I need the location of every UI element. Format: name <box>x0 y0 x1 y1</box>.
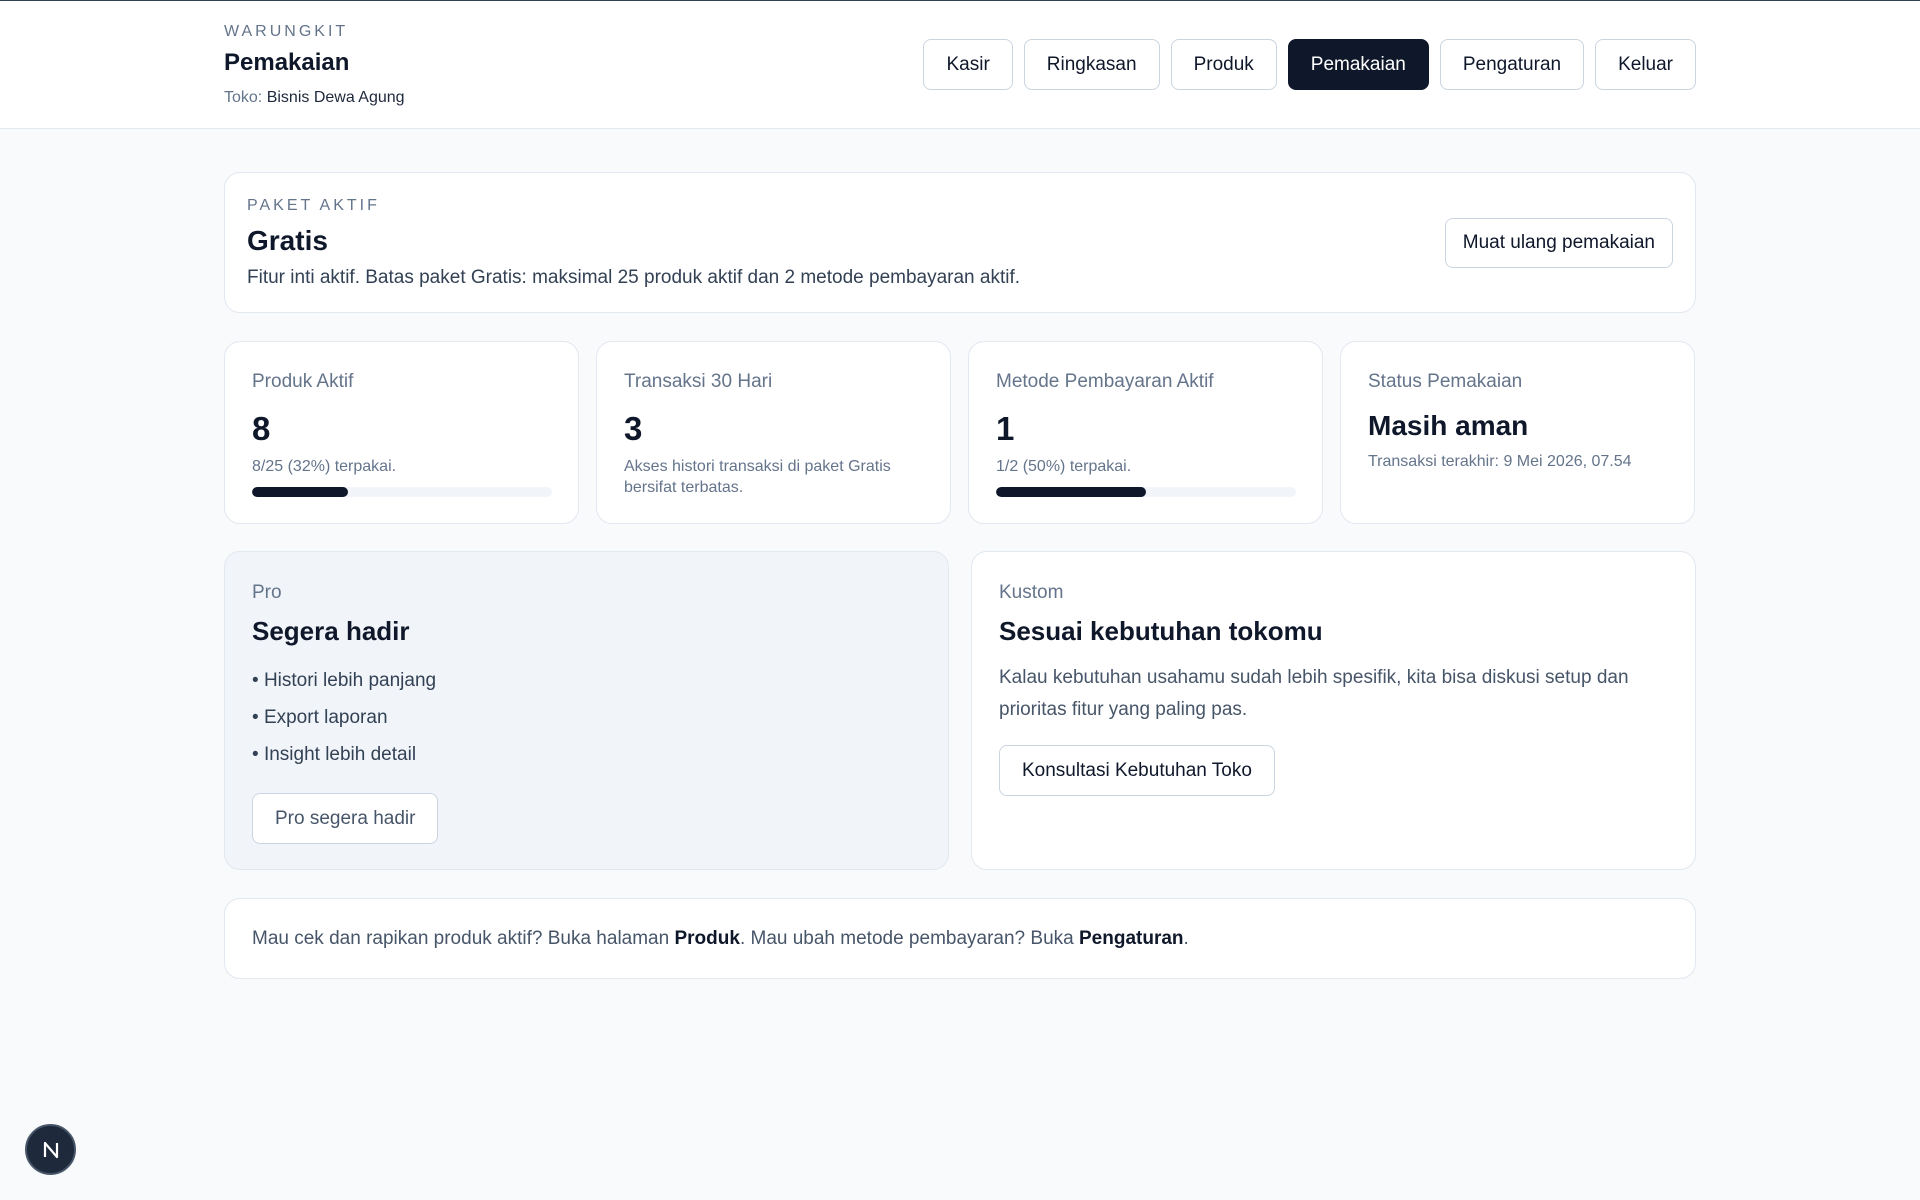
plan-kicker: PAKET AKTIF <box>247 197 380 214</box>
stat-note: Akses histori transaksi di paket Gratis … <box>624 458 891 496</box>
help-text: Mau cek dan rapikan produk aktif? Buka h… <box>252 928 1189 950</box>
main-nav: Kasir Ringkasan Produk Pemakaian Pengatu… <box>923 39 1696 90</box>
n-glyph-icon <box>43 1141 58 1158</box>
store-label: Toko: <box>224 89 263 106</box>
stat-label: Status Pemakaian <box>1368 371 1523 392</box>
stat-card-products: Produk Aktif 8 8/25 (32%) terpakai. <box>224 341 579 524</box>
store-name: Bisnis Dewa Agung <box>266 89 405 106</box>
brand-block: WARUNGKIT Pemakaian Toko: Bisnis Dewa Ag… <box>224 23 405 107</box>
nav-pengaturan-button[interactable]: Pengaturan <box>1439 39 1585 90</box>
stat-label: Metode Pembayaran Aktif <box>996 371 1214 392</box>
brand-name: WARUNGKIT <box>224 23 349 40</box>
pro-feature-list: Histori lebih panjang Export laporan Ins… <box>252 670 436 781</box>
stat-card-payment-methods: Metode Pembayaran Aktif 1 1/2 (50%) terp… <box>968 341 1323 524</box>
store-info: Toko: Bisnis Dewa Agung <box>224 89 405 107</box>
stat-value: 1 <box>996 410 1015 447</box>
app-header: WARUNGKIT Pemakaian Toko: Bisnis Dewa Ag… <box>0 0 1920 129</box>
last-transaction-note: Transaksi terakhir: 9 Mei 2026, 07.54 <box>1368 453 1632 470</box>
help-text-part: . <box>1183 928 1189 949</box>
nav-ringkasan-button[interactable]: Ringkasan <box>1023 39 1160 90</box>
plan-description: Fitur inti aktif. Batas paket Gratis: ma… <box>247 267 1021 288</box>
payment-usage-bar <box>996 487 1296 497</box>
tier-label: Kustom <box>999 582 1064 603</box>
nav-kasir-button[interactable]: Kasir <box>923 39 1013 90</box>
plan-name: Gratis <box>247 225 328 256</box>
pro-coming-soon-button[interactable]: Pro segera hadir <box>252 793 439 844</box>
stat-note: 8/25 (32%) terpakai. <box>252 458 397 475</box>
active-plan-card: PAKET AKTIF Gratis Fitur inti aktif. Bat… <box>224 172 1696 313</box>
stat-value: 8 <box>252 410 271 447</box>
consult-button[interactable]: Konsultasi Kebutuhan Toko <box>999 745 1275 796</box>
help-text-part: . Mau ubah metode pembayaran? Buka <box>739 928 1079 949</box>
list-item: Insight lebih detail <box>252 744 436 781</box>
settings-link[interactable]: Pengaturan <box>1079 928 1184 949</box>
pro-plan-card: Pro Segera hadir Histori lebih panjang E… <box>224 551 949 870</box>
stat-value: 3 <box>624 410 643 447</box>
nav-keluar-button[interactable]: Keluar <box>1595 39 1696 90</box>
custom-description: Kalau kebutuhan usahamu sudah lebih spes… <box>999 667 1629 720</box>
page-title: Pemakaian <box>224 49 350 76</box>
stat-card-transactions: Transaksi 30 Hari 3 Akses histori transa… <box>596 341 951 524</box>
help-text-part: Mau cek dan rapikan produk aktif? Buka h… <box>252 928 675 949</box>
nextjs-logo-icon[interactable] <box>25 1124 76 1175</box>
list-item: Export laporan <box>252 707 436 744</box>
products-usage-fill <box>252 487 348 497</box>
nav-pemakaian-button[interactable]: Pemakaian <box>1287 39 1429 90</box>
tier-title: Sesuai kebutuhan tokomu <box>999 616 1323 646</box>
tier-title: Segera hadir <box>252 616 410 646</box>
stat-card-status: Status Pemakaian Masih aman Transaksi te… <box>1340 341 1695 524</box>
tier-label: Pro <box>252 582 282 603</box>
products-usage-bar <box>252 487 552 497</box>
custom-plan-card: Kustom Sesuai kebutuhan tokomu Kalau keb… <box>971 551 1696 870</box>
stat-label: Transaksi 30 Hari <box>624 371 773 392</box>
products-link[interactable]: Produk <box>674 928 739 949</box>
stat-note: 1/2 (50%) terpakai. <box>996 458 1132 475</box>
help-footer-card: Mau cek dan rapikan produk aktif? Buka h… <box>224 898 1696 979</box>
list-item: Histori lebih panjang <box>252 670 436 707</box>
nav-produk-button[interactable]: Produk <box>1170 39 1277 90</box>
reload-usage-button[interactable]: Muat ulang pemakaian <box>1444 218 1673 268</box>
usage-status-value: Masih aman <box>1368 410 1529 441</box>
stat-label: Produk Aktif <box>252 371 354 392</box>
payment-usage-fill <box>996 487 1146 497</box>
